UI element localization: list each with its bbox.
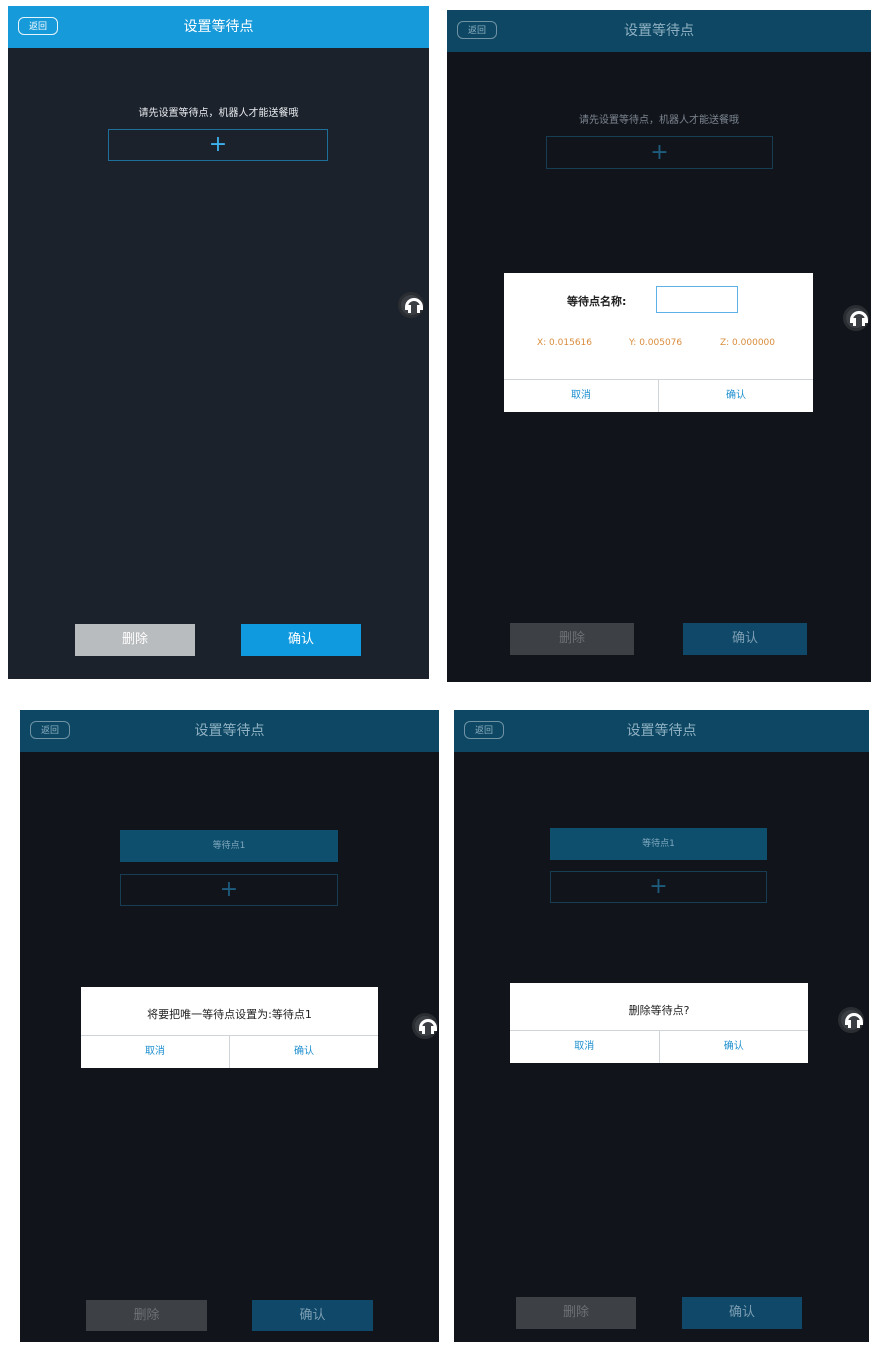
add-waiting-point-button[interactable]: +	[108, 129, 328, 161]
page-title: 设置等待点	[624, 23, 694, 39]
dialog-cancel-button[interactable]: 取消	[510, 1031, 659, 1063]
screen-3: 返回 设置等待点 等待点1 + 删除 确认 将要把唯一等待点设置为:等待点1 取…	[20, 710, 439, 1342]
delete-button[interactable]: 删除	[75, 624, 195, 656]
page-title: 设置等待点	[626, 723, 697, 739]
confirm-button[interactable]: 确认	[252, 1300, 373, 1331]
robot-headset-icon[interactable]	[398, 292, 424, 318]
screen-4: 返回 设置等待点 等待点1 + 删除 确认 删除等待点? 取消 确认	[454, 710, 869, 1342]
add-waiting-point-button[interactable]: +	[546, 136, 773, 169]
dialog-confirm-button[interactable]: 确认	[658, 380, 813, 412]
confirm-waiting-point-dialog: 将要把唯一等待点设置为:等待点1 取消 确认	[81, 987, 378, 1068]
top-bar: 返回 设置等待点	[447, 10, 871, 52]
dialog-footer: 取消 确认	[504, 379, 813, 412]
dialog-footer: 取消 确认	[81, 1035, 378, 1068]
add-waiting-point-button[interactable]: +	[120, 874, 338, 906]
dialog-message: 删除等待点?	[628, 1004, 690, 1017]
top-bar: 返回 设置等待点	[454, 710, 869, 752]
confirm-button[interactable]: 确认	[683, 623, 807, 655]
delete-button[interactable]: 删除	[516, 1297, 636, 1329]
dialog-cancel-button[interactable]: 取消	[81, 1036, 229, 1068]
screen-1: 返回 设置等待点 请先设置等待点，机器人才能送餐哦 + 删除 确认	[8, 6, 429, 679]
setup-hint: 请先设置等待点，机器人才能送餐哦	[579, 115, 739, 126]
delete-button[interactable]: 删除	[86, 1300, 207, 1331]
confirm-button[interactable]: 确认	[241, 624, 361, 656]
page-title: 设置等待点	[183, 19, 254, 35]
name-label: 等待点名称:	[567, 295, 627, 308]
confirm-button[interactable]: 确认	[682, 1297, 802, 1329]
dialog-cancel-button[interactable]: 取消	[504, 380, 658, 412]
robot-headset-icon[interactable]	[843, 305, 869, 331]
dialog-confirm-button[interactable]: 确认	[658, 1031, 809, 1063]
setup-hint: 请先设置等待点，机器人才能送餐哦	[138, 108, 299, 119]
dialog-confirm-button[interactable]: 确认	[229, 1036, 378, 1068]
screen-2: 返回 设置等待点 请先设置等待点，机器人才能送餐哦 + 删除 确认 等待点名称:…	[447, 10, 871, 682]
dialog-footer: 取消 确认	[510, 1030, 808, 1063]
waiting-point-name-input[interactable]	[656, 286, 738, 313]
delete-waiting-point-dialog: 删除等待点? 取消 确认	[510, 983, 808, 1063]
waiting-point-name-dialog: 等待点名称: X: 0.015616 Y: 0.005076 Z: 0.0000…	[504, 273, 813, 412]
robot-headset-icon[interactable]	[412, 1013, 438, 1039]
page-title: 设置等待点	[194, 723, 265, 739]
add-waiting-point-button[interactable]: +	[550, 871, 767, 903]
top-bar: 返回 设置等待点	[20, 710, 439, 752]
robot-headset-icon[interactable]	[838, 1007, 864, 1033]
dialog-message: 将要把唯一等待点设置为:等待点1	[147, 1008, 312, 1021]
waiting-point-item[interactable]: 等待点1	[120, 830, 338, 862]
delete-button[interactable]: 删除	[510, 623, 634, 655]
coord-y: Y: 0.005076	[629, 338, 683, 348]
waiting-point-item[interactable]: 等待点1	[550, 828, 767, 860]
top-bar: 返回 设置等待点	[8, 6, 429, 48]
coord-x: X: 0.015616	[537, 338, 593, 348]
coord-z: Z: 0.000000	[720, 338, 776, 348]
